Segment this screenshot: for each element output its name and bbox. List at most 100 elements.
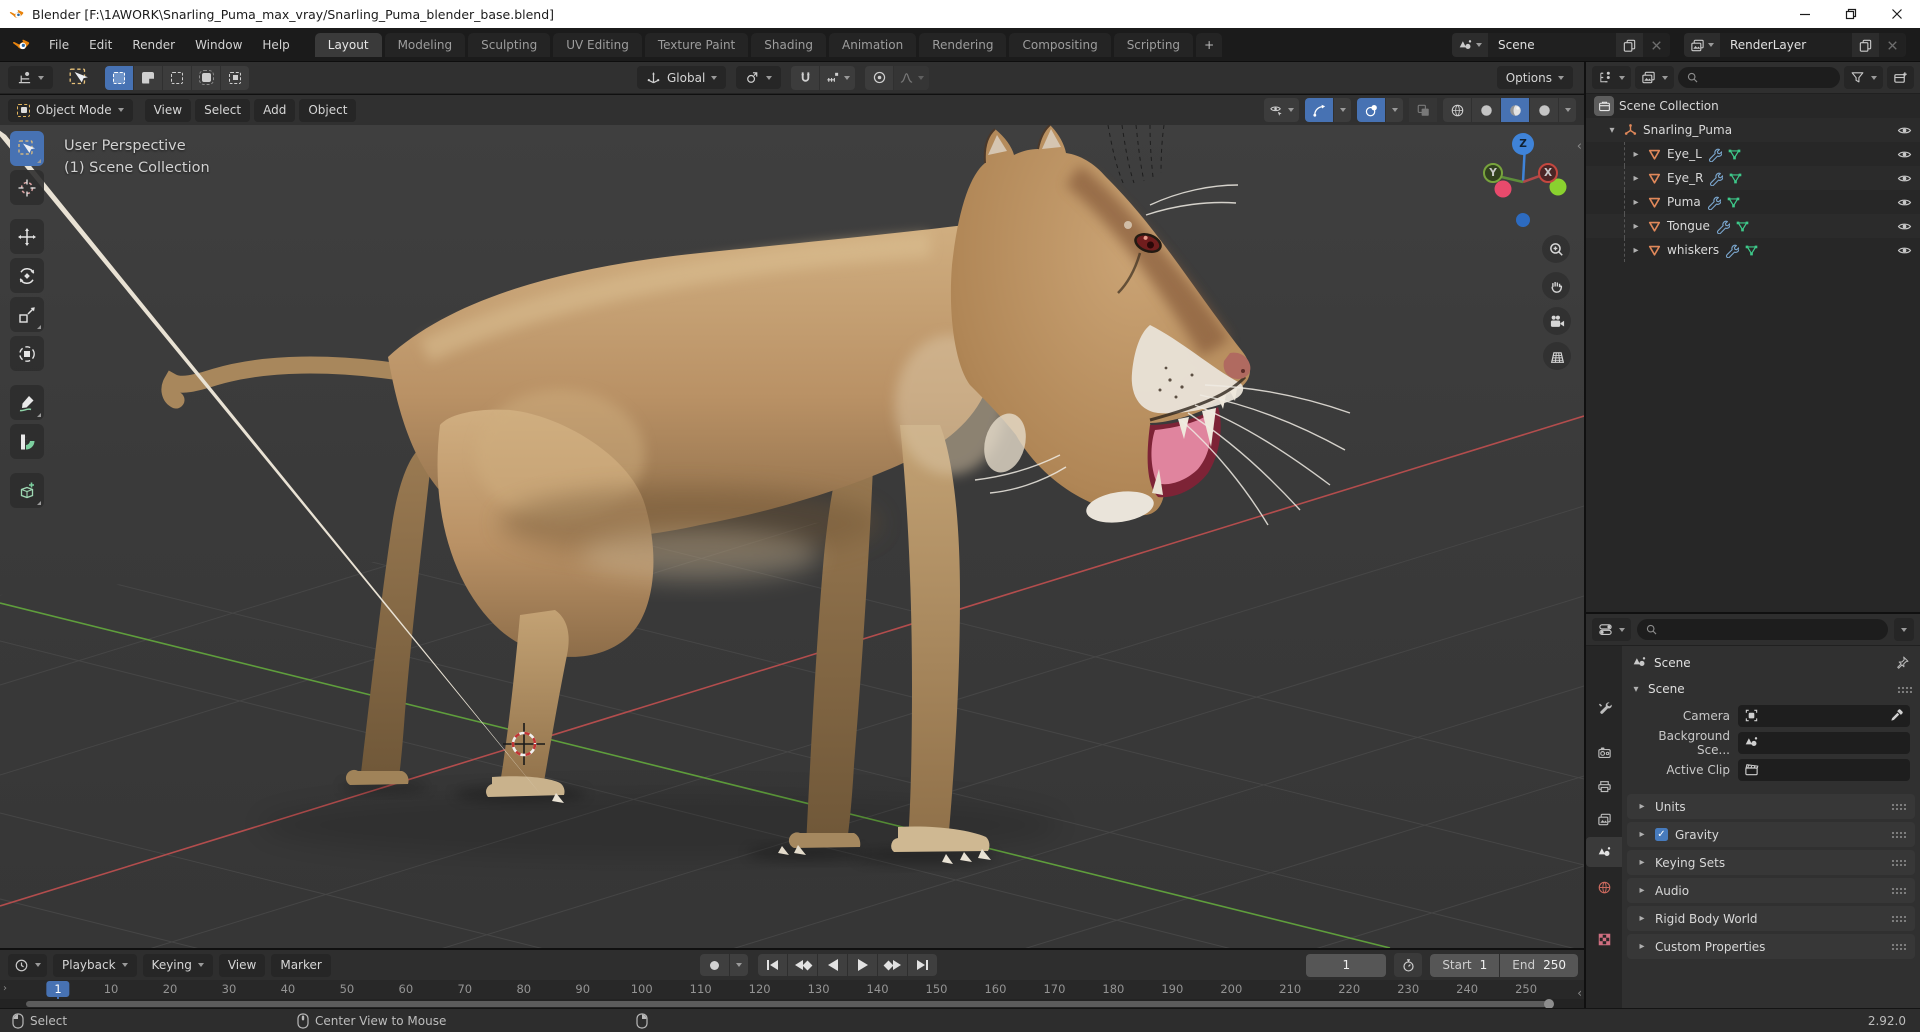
panel-drag-dots[interactable] [1897,685,1912,693]
tool-rotate[interactable] [10,258,44,293]
blender-menu-icon[interactable] [12,36,30,54]
auto-keying-dropdown[interactable] [730,954,748,976]
menu-help[interactable]: Help [253,34,298,56]
viewport-menu-select[interactable]: Select [195,98,251,122]
scene-panel-header[interactable]: ▾ Scene [1622,676,1920,702]
restore-button[interactable] [1828,0,1874,28]
panel-audio[interactable]: ▸ Audio [1627,878,1915,903]
editor-type-3dview-button[interactable] [8,66,53,89]
timeline-collapse-arrow[interactable]: ‹ [1577,986,1582,1000]
snap-toggle[interactable] [791,65,820,90]
next-keyframe-button[interactable] [878,954,907,976]
current-frame-badge[interactable]: 1 [46,981,70,997]
zoom-view-button[interactable] [1542,235,1570,263]
tab-render[interactable] [1586,737,1622,767]
gizmo-minus-z-axis[interactable] [1516,213,1530,227]
mode-dropdown[interactable]: Object Mode [8,98,133,122]
expand-arrow-icon[interactable]: ▸ [1630,197,1642,208]
gizmo-z-axis[interactable]: Z [1512,133,1534,155]
scene-name[interactable]: Scene [1488,33,1616,57]
show-gizmo-toggle[interactable] [1305,98,1333,122]
panel-drag-dots[interactable] [1891,943,1906,950]
panel-drag-dots[interactable] [1891,831,1906,838]
timeline-editor-type-button[interactable] [8,953,47,977]
jump-to-start-button[interactable] [758,954,787,976]
hide-eye-icon[interactable] [1897,147,1912,162]
viewport-menu-add[interactable]: Add [254,98,296,122]
panel-units[interactable]: ▸ Units [1627,794,1915,819]
active-tool-indicator[interactable] [63,66,95,90]
collapse-arrow-icon[interactable]: ▾ [1606,125,1618,136]
tool-scale[interactable] [10,297,44,332]
select-op-extend[interactable] [134,65,162,90]
close-button[interactable] [1874,0,1920,28]
outliner-editor-type-button[interactable] [1592,66,1631,89]
panel-custom-properties[interactable]: ▸ Custom Properties [1627,934,1915,959]
menu-render[interactable]: Render [123,34,184,56]
panel-keying-sets[interactable]: ▸ Keying Sets [1627,850,1915,875]
add-workspace-button[interactable]: + [1196,32,1223,57]
new-collection-button[interactable] [1887,66,1914,89]
minimize-button[interactable] [1782,0,1828,28]
properties-search-input[interactable] [1637,619,1888,640]
outliner-filter-button[interactable] [1844,66,1883,89]
outliner-search-input[interactable] [1678,67,1840,88]
tab-view-layer[interactable] [1586,804,1622,834]
auto-keying-button[interactable] [700,954,729,976]
select-op-intersect[interactable] [221,65,249,90]
eyedropper-icon[interactable] [1889,708,1904,723]
gizmo-y-axis[interactable]: Y [1483,163,1503,183]
pan-view-button[interactable] [1542,272,1570,300]
timeline-view-menu[interactable]: View [218,953,266,977]
select-op-subtract[interactable] [163,65,191,90]
tab-texture-paint[interactable]: Texture Paint [644,32,749,57]
scrollbar-zoom-knob[interactable] [1544,998,1554,1009]
panel-drag-dots[interactable] [1891,887,1906,894]
ortho-toggle-button[interactable] [1543,342,1571,370]
tool-cursor[interactable] [10,170,44,205]
properties-options-button[interactable] [1894,618,1914,641]
panel-gravity[interactable]: ▸ ✓ Gravity [1627,822,1915,847]
menu-file[interactable]: File [40,34,78,56]
tool-select-box[interactable] [10,131,44,166]
shading-dropdown[interactable] [1559,98,1576,122]
playback-menu[interactable]: Playback [53,953,137,977]
current-frame-field[interactable]: 1 [1306,953,1387,977]
keying-menu[interactable]: Keying [142,953,213,977]
play-reverse-button[interactable] [818,954,847,976]
pivot-point-dropdown[interactable] [736,66,782,89]
end-frame-field[interactable]: End 250 [1500,953,1578,977]
tool-add-cube[interactable] [10,473,44,508]
start-frame-field[interactable]: Start 1 [1430,953,1500,977]
tool-measure[interactable] [10,424,44,459]
puma-model[interactable] [0,125,1351,865]
prev-keyframe-button[interactable] [788,954,817,976]
unlink-scene-button[interactable] [1643,33,1670,57]
viewport-menu-object[interactable]: Object [299,98,357,122]
expand-arrow-icon[interactable]: ▸ [1630,149,1642,160]
panel-drag-dots[interactable] [1891,915,1906,922]
expand-arrow-icon[interactable]: ▸ [1630,221,1642,232]
shading-material-button[interactable] [1501,98,1529,122]
camera-view-button[interactable] [1543,307,1571,335]
outliner-row-child[interactable]: ▸ Tongue [1586,214,1920,238]
sidebar-collapse-arrow[interactable]: ‹ [1577,139,1582,154]
object-visibility-dropdown[interactable] [1264,98,1299,122]
menu-edit[interactable]: Edit [80,34,121,56]
snap-to-dropdown[interactable] [820,65,856,90]
tab-modeling[interactable]: Modeling [384,32,466,57]
view-layer-name[interactable]: RenderLayer [1720,33,1852,57]
viewport-menu-view[interactable]: View [144,98,192,122]
tool-move[interactable] [10,219,44,254]
tab-scripting[interactable]: Scripting [1113,32,1194,57]
gizmo-x-axis[interactable]: X [1538,163,1558,183]
proportional-edit-toggle[interactable] [865,65,894,90]
scene-browse-button[interactable] [1452,33,1488,57]
jump-to-end-button[interactable] [908,954,937,976]
tab-sculpting[interactable]: Sculpting [468,32,551,57]
play-button[interactable] [848,954,877,976]
select-op-set[interactable] [105,65,133,90]
use-preview-range-button[interactable] [1394,953,1423,977]
panel-rigid-body-world[interactable]: ▸ Rigid Body World [1627,906,1915,931]
show-overlays-toggle[interactable] [1357,98,1385,122]
